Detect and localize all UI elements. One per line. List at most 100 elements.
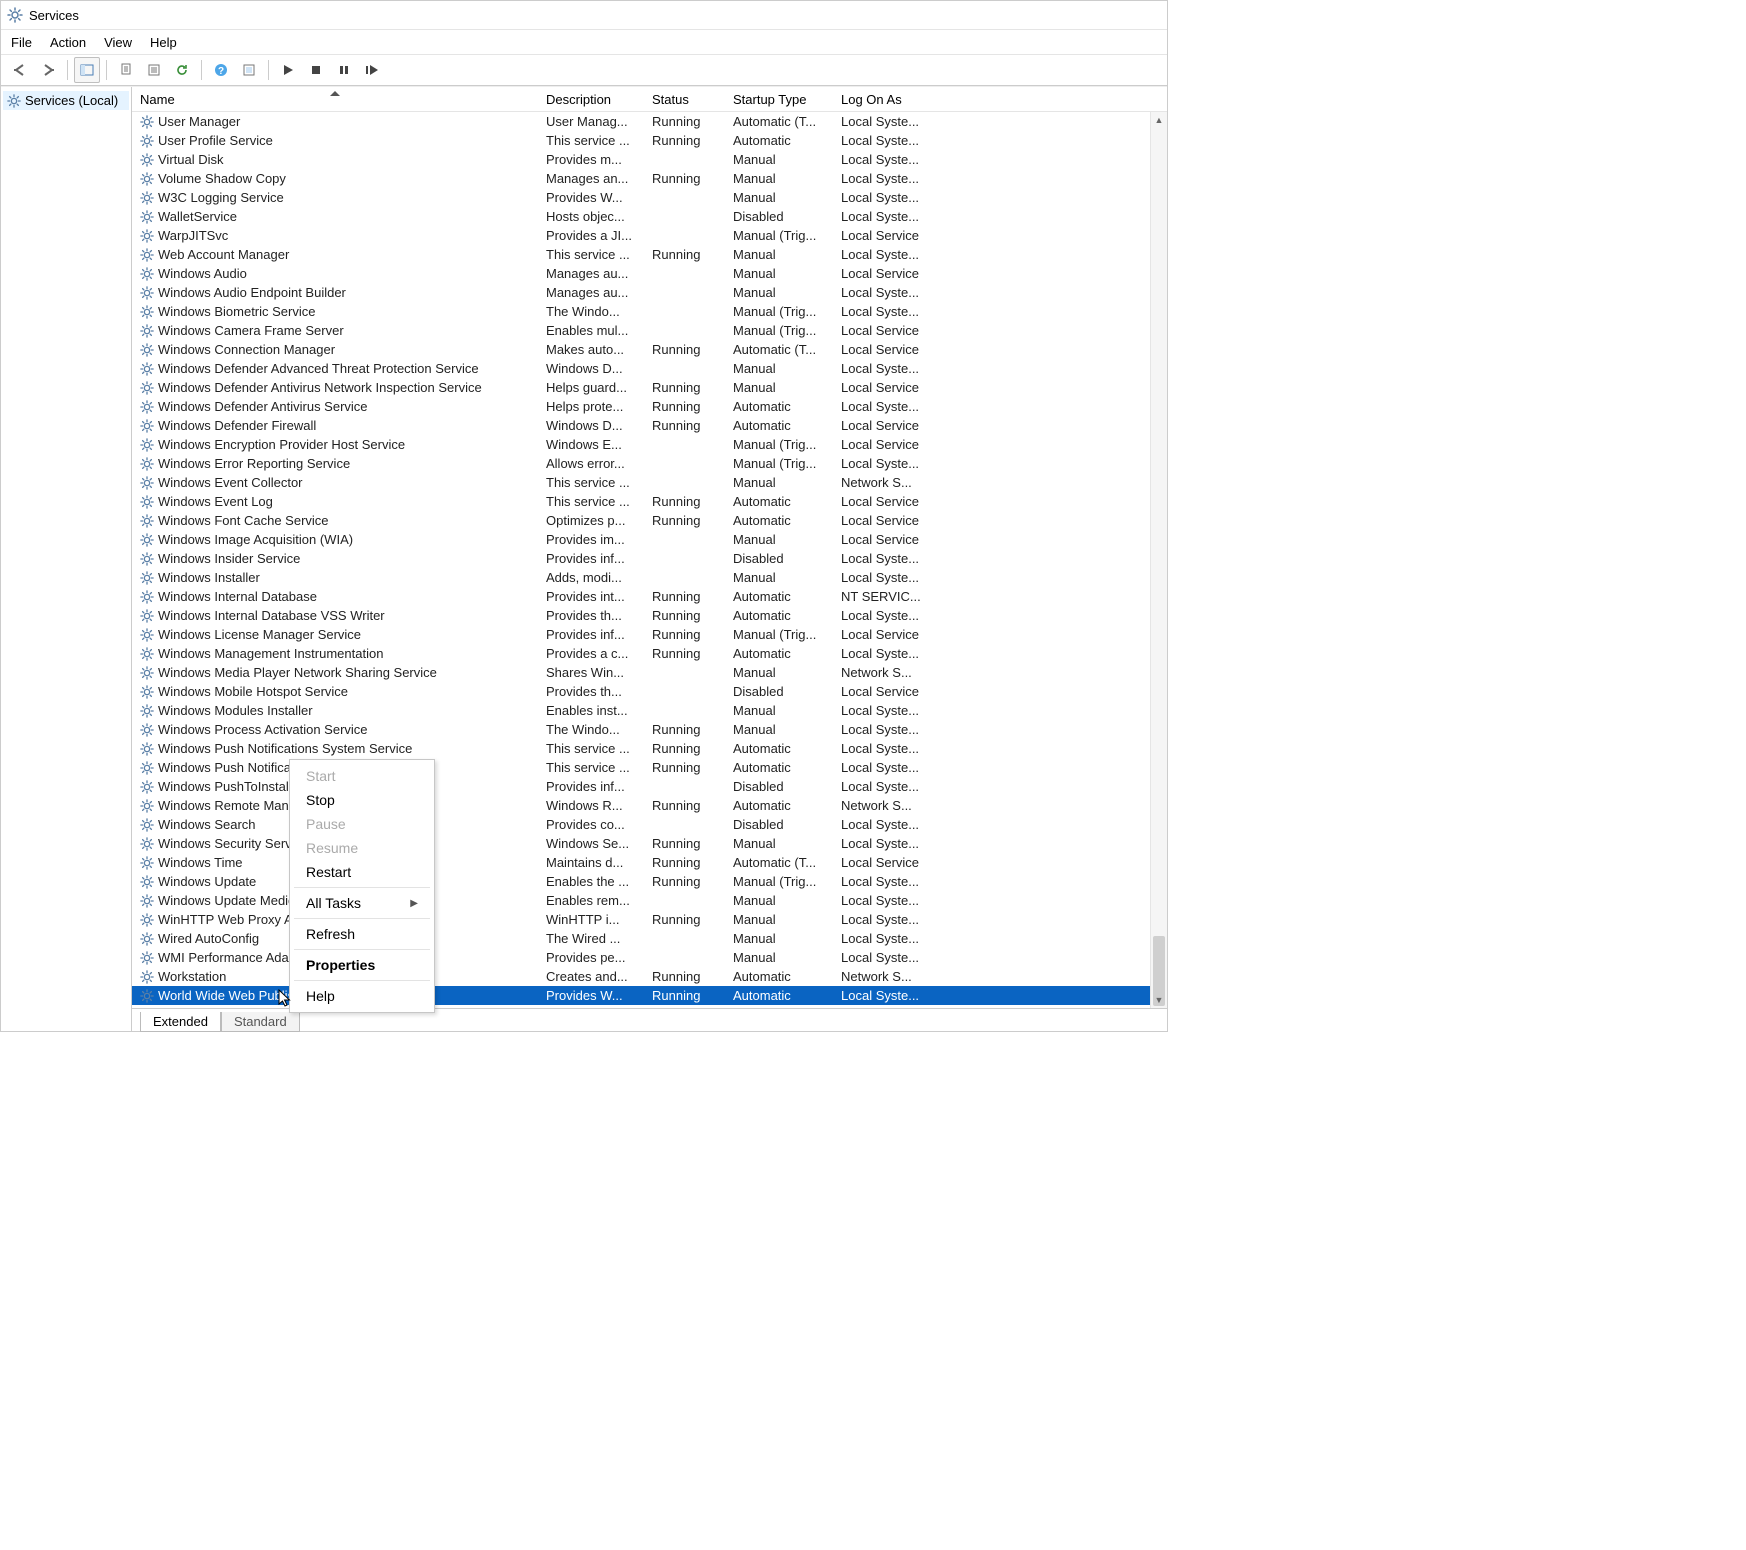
service-row[interactable]: Windows Image Acquisition (WIA)Provides … (132, 530, 1167, 549)
scroll-down-button[interactable]: ▼ (1151, 992, 1167, 1008)
service-row[interactable]: WMI Performance AdaptProvides pe...Manua… (132, 948, 1167, 967)
service-row[interactable]: Windows Process Activation ServiceThe Wi… (132, 720, 1167, 739)
gear-icon (140, 571, 154, 585)
ctx-refresh[interactable]: Refresh (292, 922, 432, 946)
ctx-restart[interactable]: Restart (292, 860, 432, 884)
show-hide-tree-button[interactable] (74, 57, 100, 83)
service-row[interactable]: User Profile ServiceThis service ...Runn… (132, 131, 1167, 150)
service-list[interactable]: User ManagerUser Manag...RunningAutomati… (132, 112, 1167, 1008)
service-startup-cell: Manual (725, 152, 833, 167)
service-row[interactable]: Virtual DiskProvides m...ManualLocal Sys… (132, 150, 1167, 169)
service-row[interactable]: Windows Connection ManagerMakes auto...R… (132, 340, 1167, 359)
service-row[interactable]: Windows UpdateEnables the ...RunningManu… (132, 872, 1167, 891)
service-row[interactable]: Windows Camera Frame ServerEnables mul..… (132, 321, 1167, 340)
nav-forward-button[interactable] (35, 57, 61, 83)
service-logon-cell: Local Syste... (833, 722, 929, 737)
service-row[interactable]: Windows Defender Antivirus ServiceHelps … (132, 397, 1167, 416)
service-row[interactable]: WorkstationCreates and...RunningAutomati… (132, 967, 1167, 986)
service-row[interactable]: Windows License Manager ServiceProvides … (132, 625, 1167, 644)
service-row[interactable]: Windows Internal Database VSS WriterProv… (132, 606, 1167, 625)
help-contents-button[interactable] (236, 57, 262, 83)
submenu-arrow-icon: ▶ (410, 898, 418, 909)
column-status[interactable]: Status (644, 92, 725, 107)
service-row[interactable]: Windows Insider ServiceProvides inf...Di… (132, 549, 1167, 568)
service-row[interactable]: Wired AutoConfigThe Wired ...ManualLocal… (132, 929, 1167, 948)
column-logon[interactable]: Log On As (833, 92, 929, 107)
service-row[interactable]: Windows InstallerAdds, modi...ManualLoca… (132, 568, 1167, 587)
service-row[interactable]: Windows Defender Antivirus Network Inspe… (132, 378, 1167, 397)
tree-node-label: Services (Local) (25, 93, 118, 108)
service-row[interactable]: Volume Shadow CopyManages an...RunningMa… (132, 169, 1167, 188)
gear-icon (140, 457, 154, 471)
service-row[interactable]: Windows Remote ManagWindows R...RunningA… (132, 796, 1167, 815)
service-row[interactable]: W3C Logging ServiceProvides W...ManualLo… (132, 188, 1167, 207)
column-name[interactable]: Name (132, 92, 538, 107)
service-row[interactable]: Windows Push Notifications System Servic… (132, 739, 1167, 758)
service-row[interactable]: Windows Internal DatabaseProvides int...… (132, 587, 1167, 606)
service-status-cell: Running (644, 836, 725, 851)
service-row[interactable]: Windows Event LogThis service ...Running… (132, 492, 1167, 511)
stop-service-button[interactable] (303, 57, 329, 83)
nav-back-button[interactable] (7, 57, 33, 83)
gear-icon (140, 894, 154, 908)
menu-file[interactable]: File (11, 35, 32, 50)
restart-service-button[interactable] (359, 57, 385, 83)
pause-service-button[interactable] (331, 57, 357, 83)
menu-action[interactable]: Action (50, 35, 86, 50)
ctx-stop[interactable]: Stop (292, 788, 432, 812)
gear-icon (140, 932, 154, 946)
start-service-button[interactable] (275, 57, 301, 83)
service-name-cell: Windows Error Reporting Service (132, 456, 538, 471)
service-row[interactable]: Windows Defender FirewallWindows D...Run… (132, 416, 1167, 435)
service-row[interactable]: WinHTTP Web Proxy AutWinHTTP i...Running… (132, 910, 1167, 929)
ctx-all-tasks[interactable]: All Tasks▶ (292, 891, 432, 915)
service-row[interactable]: Windows Security ServiceWindows Se...Run… (132, 834, 1167, 853)
properties-button[interactable] (141, 57, 167, 83)
vertical-scrollbar[interactable]: ▲ ▼ (1150, 112, 1167, 1008)
service-desc-cell: Windows E... (538, 437, 644, 452)
service-row[interactable]: Windows Font Cache ServiceOptimizes p...… (132, 511, 1167, 530)
service-row[interactable]: Windows Encryption Provider Host Service… (132, 435, 1167, 454)
service-row[interactable]: Windows TimeMaintains d...RunningAutomat… (132, 853, 1167, 872)
service-row[interactable]: Windows Modules InstallerEnables inst...… (132, 701, 1167, 720)
gear-icon (140, 134, 154, 148)
ctx-help[interactable]: Help (292, 984, 432, 1008)
service-row[interactable]: Windows Event CollectorThis service ...M… (132, 473, 1167, 492)
tab-extended[interactable]: Extended (140, 1012, 221, 1032)
column-description[interactable]: Description (538, 92, 644, 107)
service-row[interactable]: Windows SearchProvides co...DisabledLoca… (132, 815, 1167, 834)
service-startup-cell: Manual (725, 266, 833, 281)
service-row[interactable]: Windows Push NotificatiThis service ...R… (132, 758, 1167, 777)
scroll-up-button[interactable]: ▲ (1151, 112, 1167, 128)
column-startup[interactable]: Startup Type (725, 92, 833, 107)
service-row[interactable]: WalletServiceHosts objec...DisabledLocal… (132, 207, 1167, 226)
service-row[interactable]: Windows Mobile Hotspot ServiceProvides t… (132, 682, 1167, 701)
menu-help[interactable]: Help (150, 35, 177, 50)
export-list-button[interactable] (113, 57, 139, 83)
service-row[interactable]: WarpJITSvcProvides a JI...Manual (Trig..… (132, 226, 1167, 245)
ctx-properties[interactable]: Properties (292, 953, 432, 977)
help-button[interactable]: ? (208, 57, 234, 83)
service-logon-cell: Local Syste... (833, 950, 929, 965)
tab-standard[interactable]: Standard (221, 1012, 300, 1032)
service-row[interactable]: User ManagerUser Manag...RunningAutomati… (132, 112, 1167, 131)
tree-node-services-local[interactable]: Services (Local) (3, 91, 129, 110)
tree-pane[interactable]: Services (Local) (1, 87, 132, 1031)
menu-view[interactable]: View (104, 35, 132, 50)
service-logon-cell: Local Syste... (833, 912, 929, 927)
service-row[interactable]: Windows Management InstrumentationProvid… (132, 644, 1167, 663)
service-startup-cell: Manual (Trig... (725, 304, 833, 319)
service-row[interactable]: Web Account ManagerThis service ...Runni… (132, 245, 1167, 264)
service-row[interactable]: Windows Update Medic SEnables rem...Manu… (132, 891, 1167, 910)
service-row[interactable]: Windows Media Player Network Sharing Ser… (132, 663, 1167, 682)
service-row[interactable]: Windows Defender Advanced Threat Protect… (132, 359, 1167, 378)
service-row[interactable]: Windows Biometric ServiceThe Windo...Man… (132, 302, 1167, 321)
service-row[interactable]: Windows Audio Endpoint BuilderManages au… (132, 283, 1167, 302)
service-row[interactable]: Windows Error Reporting ServiceAllows er… (132, 454, 1167, 473)
service-name-cell: Windows Defender Firewall (132, 418, 538, 433)
service-row[interactable]: Windows PushToInstall SProvides inf...Di… (132, 777, 1167, 796)
refresh-button[interactable] (169, 57, 195, 83)
service-row[interactable]: Windows AudioManages au...ManualLocal Se… (132, 264, 1167, 283)
service-logon-cell: Local Syste... (833, 247, 929, 262)
service-desc-cell: Provides W... (538, 988, 644, 1003)
